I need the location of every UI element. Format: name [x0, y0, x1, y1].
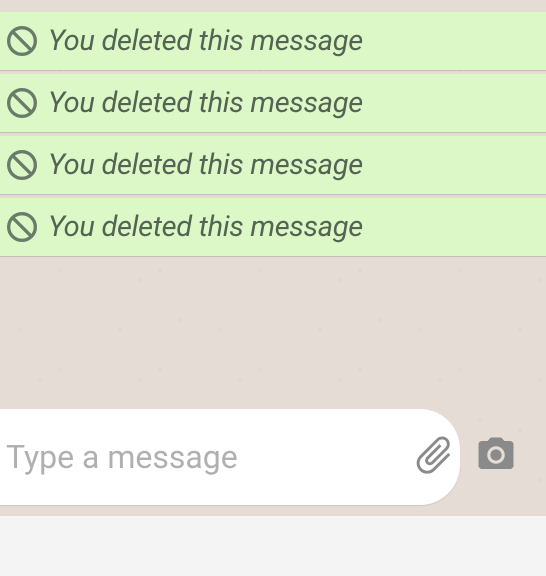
deleted-message-text: You deleted this message: [48, 210, 363, 244]
message-input-area: [0, 398, 546, 516]
message-bubble-deleted[interactable]: You deleted this message: [0, 74, 546, 132]
camera-icon: [475, 434, 517, 480]
deleted-message-text: You deleted this message: [48, 24, 363, 58]
attach-button[interactable]: [411, 430, 457, 484]
paperclip-icon: [411, 432, 457, 482]
camera-button[interactable]: [475, 433, 517, 481]
chat-messages-area: You deleted this message You deleted thi…: [0, 0, 546, 372]
message-bubble-deleted[interactable]: You deleted this message: [0, 136, 546, 194]
prohibited-icon: [6, 87, 38, 119]
message-bubble-deleted[interactable]: You deleted this message: [0, 12, 546, 70]
message-input[interactable]: [0, 438, 411, 476]
prohibited-icon: [6, 25, 38, 57]
prohibited-icon: [6, 211, 38, 243]
message-input-box: [0, 409, 460, 505]
deleted-message-text: You deleted this message: [48, 86, 363, 120]
message-bubble-deleted[interactable]: You deleted this message: [0, 198, 546, 256]
prohibited-icon: [6, 149, 38, 181]
deleted-message-text: You deleted this message: [48, 148, 363, 182]
bottom-bar: [0, 516, 546, 576]
